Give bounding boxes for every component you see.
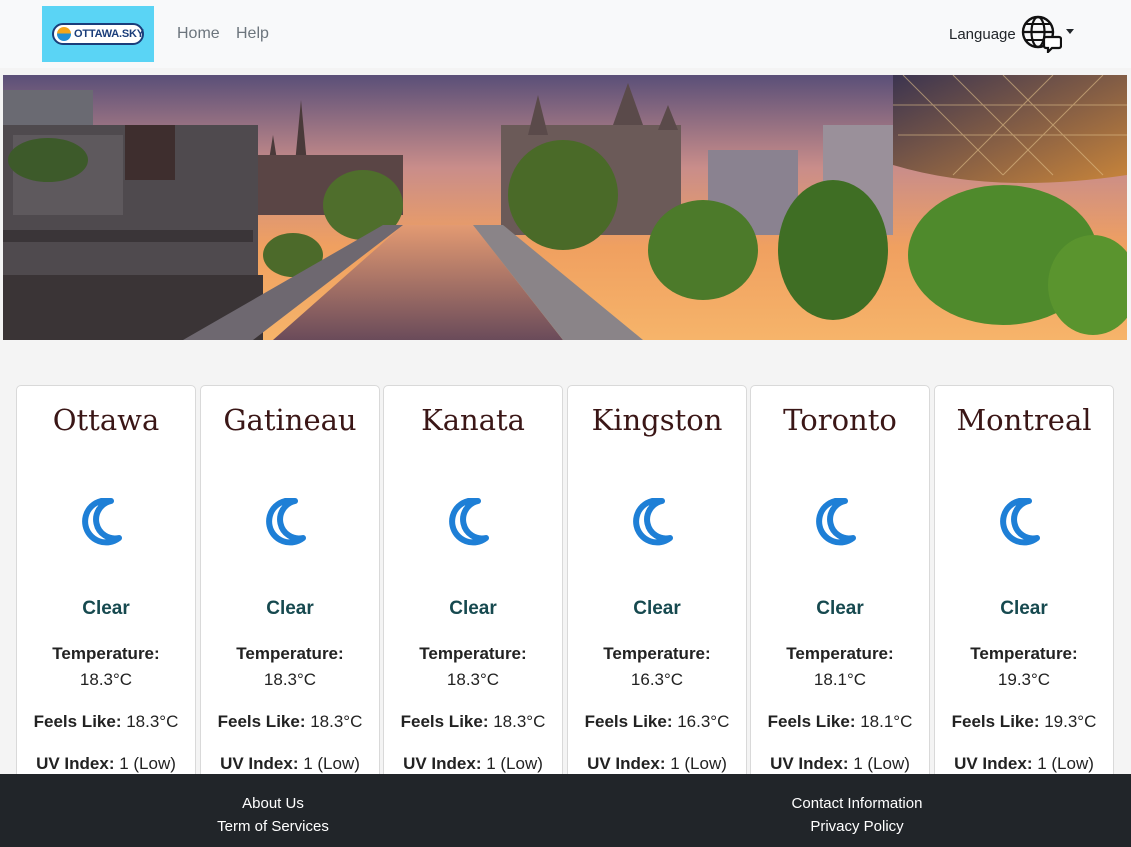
uv-index-value: 1 (Low) — [119, 754, 176, 773]
uv-index-label: UV Index: — [587, 754, 666, 773]
uv-index-label: UV Index: — [770, 754, 849, 773]
globe-chat-icon — [1021, 15, 1062, 53]
uv-index-label: UV Index: — [403, 754, 482, 773]
temperature-label: Temperature: — [603, 644, 711, 663]
footer: About Us Term of Services Contact Inform… — [0, 774, 1131, 847]
weather-card-montreal[interactable]: Montreal Clear Temperature: 19.3°C Feels… — [934, 385, 1114, 785]
uv-index-value: 1 (Low) — [670, 754, 727, 773]
feels-like-label: Feels Like: — [584, 712, 673, 731]
feels-like-value: 16.3°C — [677, 712, 730, 731]
uv-index-label: UV Index: — [954, 754, 1033, 773]
city-name: Gatineau — [223, 403, 357, 437]
condition-label: Clear — [82, 598, 130, 619]
feels-like-label: Feels Like: — [951, 712, 1040, 731]
moon-icon — [449, 498, 489, 546]
feels-like-label: Feels Like: — [400, 712, 489, 731]
temperature-label: Temperature: — [786, 644, 894, 663]
temperature-value: 18.3°C — [263, 670, 317, 689]
moon-icon — [816, 498, 856, 546]
uv-index-row: UV Index: 1 (Low) — [17, 754, 195, 774]
site-logo[interactable]: OTTAWA.SKY — [42, 6, 154, 62]
privacy-policy-link[interactable]: Privacy Policy — [707, 817, 1007, 837]
feels-like-value: 19.3°C — [1044, 712, 1097, 731]
language-label: Language — [949, 25, 1016, 43]
temperature-label: Temperature: — [419, 644, 527, 663]
uv-index-row: UV Index: 1 (Low) — [751, 754, 929, 774]
feels-like-row: Feels Like: 19.3°C — [935, 712, 1113, 732]
uv-index-row: UV Index: 1 (Low) — [384, 754, 562, 774]
uv-index-row: UV Index: 1 (Low) — [201, 754, 379, 774]
temperature-value: 18.3°C — [79, 670, 133, 689]
nav-help-link[interactable]: Help — [236, 24, 269, 44]
moon-icon — [82, 498, 122, 546]
temperature-label: Temperature: — [52, 644, 160, 663]
city-name: Kanata — [421, 403, 525, 437]
condition-label: Clear — [1000, 598, 1048, 619]
nav-home-link[interactable]: Home — [177, 24, 220, 44]
temperature-label: Temperature: — [236, 644, 344, 663]
temperature-value: 19.3°C — [997, 670, 1051, 689]
temperature-value: 16.3°C — [630, 670, 684, 689]
condition-label: Clear — [266, 598, 314, 619]
chevron-down-icon — [1065, 28, 1074, 34]
contact-information-link[interactable]: Contact Information — [707, 794, 1007, 814]
moon-icon — [1000, 498, 1040, 546]
uv-index-label: UV Index: — [36, 754, 115, 773]
moon-icon — [266, 498, 306, 546]
uv-index-value: 1 (Low) — [853, 754, 910, 773]
temperature-value: 18.3°C — [446, 670, 500, 689]
feels-like-value: 18.3°C — [493, 712, 546, 731]
uv-index-row: UV Index: 1 (Low) — [935, 754, 1113, 774]
logo-badge: OTTAWA.SKY — [52, 23, 144, 45]
weather-card-kingston[interactable]: Kingston Clear Temperature: 16.3°C Feels… — [567, 385, 747, 785]
weather-card-ottawa[interactable]: Ottawa Clear Temperature: 18.3°C Feels L… — [16, 385, 196, 785]
feels-like-label: Feels Like: — [217, 712, 306, 731]
feels-like-row: Feels Like: 18.3°C — [384, 712, 562, 732]
uv-index-label: UV Index: — [220, 754, 299, 773]
condition-label: Clear — [633, 598, 681, 619]
uv-index-row: UV Index: 1 (Low) — [568, 754, 746, 774]
feels-like-row: Feels Like: 18.3°C — [17, 712, 195, 732]
city-name: Kingston — [591, 403, 723, 437]
temperature-label: Temperature: — [970, 644, 1078, 663]
city-name: Toronto — [783, 403, 897, 437]
language-dropdown[interactable]: Language — [949, 14, 1074, 54]
city-name: Ottawa — [52, 403, 160, 437]
temperature-value: 18.1°C — [813, 670, 867, 689]
feels-like-value: 18.1°C — [860, 712, 913, 731]
condition-label: Clear — [816, 598, 864, 619]
feels-like-row: Feels Like: 16.3°C — [568, 712, 746, 732]
feels-like-value: 18.3°C — [126, 712, 179, 731]
about-us-link[interactable]: About Us — [123, 794, 423, 814]
feels-like-label: Feels Like: — [33, 712, 122, 731]
uv-index-value: 1 (Low) — [486, 754, 543, 773]
logo-text: OTTAWA.SKY — [74, 28, 144, 40]
hero-banner-image — [3, 75, 1127, 340]
uv-index-value: 1 (Low) — [303, 754, 360, 773]
condition-label: Clear — [449, 598, 497, 619]
feels-like-value: 18.3°C — [310, 712, 363, 731]
weather-card-toronto[interactable]: Toronto Clear Temperature: 18.1°C Feels … — [750, 385, 930, 785]
feels-like-row: Feels Like: 18.1°C — [751, 712, 929, 732]
city-name: Montreal — [956, 403, 1092, 437]
ottawa-skyline-illustration — [3, 75, 1127, 340]
feels-like-row: Feels Like: 18.3°C — [201, 712, 379, 732]
terms-of-service-link[interactable]: Term of Services — [123, 817, 423, 837]
navbar: OTTAWA.SKY Home Help Language — [0, 0, 1131, 68]
moon-icon — [633, 498, 673, 546]
feels-like-label: Feels Like: — [767, 712, 856, 731]
logo-globe-icon — [57, 27, 71, 41]
uv-index-value: 1 (Low) — [1037, 754, 1094, 773]
weather-card-gatineau[interactable]: Gatineau Clear Temperature: 18.3°C Feels… — [200, 385, 380, 785]
weather-card-kanata[interactable]: Kanata Clear Temperature: 18.3°C Feels L… — [383, 385, 563, 785]
